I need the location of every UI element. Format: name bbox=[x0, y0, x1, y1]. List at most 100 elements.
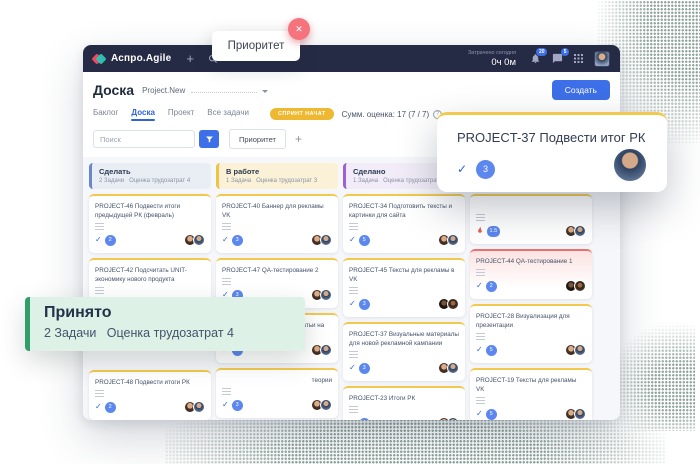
brand-logo-icon bbox=[93, 53, 105, 64]
task-card[interactable]: PROJECT-23 Итоги РК ✓5 bbox=[343, 386, 465, 420]
assignee-avatar bbox=[613, 148, 647, 182]
brand-name: Аспро.Agile bbox=[111, 53, 171, 64]
avatar bbox=[320, 344, 332, 356]
funnel-icon bbox=[205, 135, 214, 144]
assignee-avatars bbox=[311, 399, 332, 411]
summary-label: Сумм. оценка: bbox=[342, 110, 395, 119]
task-title: PROJECT-23 Итоги РК bbox=[349, 394, 459, 403]
description-icon bbox=[95, 287, 104, 294]
estimate-badge: 1.5 bbox=[487, 226, 500, 237]
add-filter-button[interactable]: + bbox=[295, 132, 302, 146]
task-title: PROJECT-34 Подготовить тексты и картинки… bbox=[349, 202, 459, 220]
estimate-badge: 5 bbox=[359, 418, 370, 421]
task-card[interactable]: теории ✓3 bbox=[216, 368, 338, 418]
messages-count-badge: 5 bbox=[561, 48, 569, 56]
task-card[interactable]: 1.5 bbox=[470, 194, 592, 244]
tab[interactable]: Проект bbox=[168, 108, 194, 120]
divider bbox=[191, 87, 257, 93]
task-title bbox=[476, 202, 586, 211]
task-title: PROJECT-44 QA-тестирование 1 bbox=[476, 257, 586, 266]
page-title: Доска bbox=[93, 82, 134, 98]
avatar bbox=[447, 298, 459, 310]
card-list: 1.5PROJECT-44 QA-тестирование 1✓2PROJECT… bbox=[470, 194, 592, 420]
avatar bbox=[320, 399, 332, 411]
task-title: PROJECT-45 Тексты для рекламы в VK bbox=[349, 266, 459, 284]
priority-filter-chip[interactable]: Приоритет bbox=[229, 129, 286, 149]
check-icon: ✓ bbox=[222, 401, 229, 409]
create-button[interactable]: Создать bbox=[552, 80, 610, 100]
description-icon bbox=[476, 397, 485, 404]
notifications-button[interactable]: 20 bbox=[530, 53, 541, 64]
board-column: В работе1 Задача Оценка трудозатрат 3 PRO… bbox=[216, 163, 338, 420]
avatar bbox=[574, 225, 586, 237]
description-icon bbox=[349, 287, 358, 294]
card-list: PROJECT-34 Подготовить тексты и картинки… bbox=[343, 194, 465, 420]
estimate-badge: 3 bbox=[232, 400, 243, 411]
task-title: PROJECT-19 Тексты для рекламы VK bbox=[476, 376, 586, 394]
check-icon: ✓ bbox=[95, 236, 102, 244]
assignee-avatars bbox=[311, 344, 332, 356]
time-spent-value: 0ч 0м bbox=[468, 57, 516, 68]
check-icon: ✓ bbox=[95, 403, 102, 411]
description-icon bbox=[222, 278, 231, 285]
assignee-avatars bbox=[311, 289, 332, 301]
accepted-column-title: Принято bbox=[44, 304, 291, 322]
apps-grid-icon[interactable] bbox=[574, 54, 583, 63]
board-column: Принято2 Задачи Оценка трудозатрат 41.5P… bbox=[470, 163, 592, 420]
task-title: PROJECT-48 Подвести итоги РК bbox=[95, 378, 205, 387]
estimate-badge: 3 bbox=[232, 235, 243, 246]
assignee-avatars bbox=[438, 362, 459, 374]
assignee-avatars bbox=[311, 234, 332, 246]
description-icon bbox=[95, 390, 104, 397]
description-icon bbox=[476, 214, 485, 221]
task-card[interactable]: PROJECT-34 Подготовить тексты и картинки… bbox=[343, 194, 465, 253]
description-icon bbox=[476, 269, 485, 276]
task-card[interactable]: PROJECT-44 QA-тестирование 1✓2 bbox=[470, 249, 592, 299]
task-card[interactable]: PROJECT-19 Тексты для рекламы VK✓5 bbox=[470, 368, 592, 420]
messages-button[interactable]: 5 bbox=[552, 53, 563, 64]
description-icon bbox=[95, 223, 104, 230]
check-icon: ✓ bbox=[349, 364, 356, 372]
description-icon bbox=[349, 351, 358, 358]
close-icon[interactable]: ✕ bbox=[288, 18, 310, 40]
task-popup-card[interactable]: PROJECT-37 Подвести итог РК ✓ 3 bbox=[437, 112, 667, 192]
avatar bbox=[447, 234, 459, 246]
board-column: Сделано1 Задача Оценка трудозатратPROJEC… bbox=[343, 163, 465, 420]
user-avatar[interactable] bbox=[594, 51, 610, 67]
description-icon bbox=[349, 223, 358, 230]
description-icon bbox=[222, 223, 231, 230]
avatar bbox=[320, 234, 332, 246]
top-navbar: Аспро.Agile + Сп Затрачено сегодня 0ч 0м… bbox=[83, 45, 620, 72]
chevron-down-icon[interactable] bbox=[262, 90, 268, 93]
avatar bbox=[193, 401, 205, 413]
avatar bbox=[574, 344, 586, 356]
estimate-badge: 5 bbox=[486, 345, 497, 356]
task-card[interactable]: PROJECT-40 Баннер для рекламы VK✓3 bbox=[216, 194, 338, 253]
assignee-avatars bbox=[565, 225, 586, 237]
task-card[interactable]: PROJECT-28 Визуализация для презентации✓… bbox=[470, 304, 592, 363]
avatar bbox=[320, 289, 332, 301]
check-icon: ✓ bbox=[457, 162, 467, 176]
avatar bbox=[193, 234, 205, 246]
summary-value: 17 (7 / 7) bbox=[397, 110, 429, 119]
column-header: В работе1 Задача Оценка трудозатрат 3 bbox=[216, 163, 338, 189]
task-card[interactable]: PROJECT-48 Подвести итоги РК✓2 bbox=[89, 370, 211, 420]
project-selector[interactable]: Project.New bbox=[142, 86, 185, 95]
check-icon: ✓ bbox=[476, 282, 483, 290]
check-icon: ✓ bbox=[349, 419, 356, 420]
tab[interactable]: Все задачи bbox=[207, 108, 249, 120]
app-window: Аспро.Agile + Сп Затрачено сегодня 0ч 0м… bbox=[83, 45, 620, 420]
tab[interactable]: Доска bbox=[131, 108, 154, 120]
search-input[interactable] bbox=[93, 130, 195, 148]
task-title: PROJECT-37 Визуальные материалы для ново… bbox=[349, 330, 459, 348]
task-card[interactable]: PROJECT-46 Подвести итоги предыдущей РК … bbox=[89, 194, 211, 253]
filter-button[interactable] bbox=[199, 130, 219, 148]
tab[interactable]: Баклог bbox=[93, 108, 118, 120]
task-card[interactable]: PROJECT-45 Тексты для рекламы в VK✓3 bbox=[343, 258, 465, 317]
summary-score: Сумм. оценка: 17 (7 / 7) bbox=[342, 110, 430, 119]
quick-add-icon[interactable]: + bbox=[186, 52, 194, 65]
task-title: PROJECT-42 Подсчитать UNIT-экономику нов… bbox=[95, 266, 205, 284]
task-title: теории bbox=[222, 376, 332, 385]
task-card[interactable]: PROJECT-37 Визуальные материалы для ново… bbox=[343, 322, 465, 381]
priority-tooltip: Приоритет ✕ bbox=[212, 31, 300, 61]
